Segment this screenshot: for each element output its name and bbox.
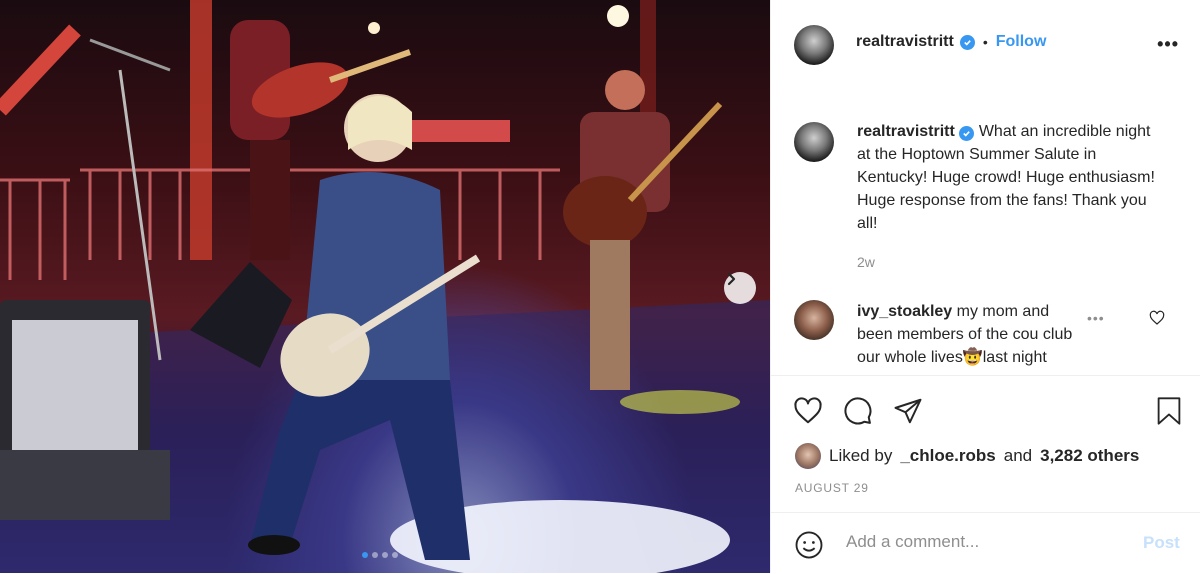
heart-icon bbox=[1149, 310, 1165, 325]
comment-icon bbox=[844, 397, 872, 425]
likes-count[interactable]: 3,282 others bbox=[1040, 446, 1139, 466]
post-sidebar: realtravistritt • Follow ••• realtravist… bbox=[770, 0, 1200, 573]
share-button[interactable] bbox=[893, 396, 923, 431]
likes-and: and bbox=[1003, 446, 1033, 465]
comment-input[interactable] bbox=[844, 531, 1138, 553]
comment-text-block: ivy_stoakley my mom and been members of … bbox=[857, 300, 1077, 369]
caption-avatar[interactable] bbox=[794, 122, 834, 162]
follow-button[interactable]: Follow bbox=[996, 33, 1047, 51]
caption-text-block: realtravistritt What an incredible night … bbox=[857, 120, 1157, 235]
caption-timestamp[interactable]: 2w bbox=[857, 254, 875, 270]
separator: • bbox=[982, 34, 988, 50]
post-header: realtravistritt • Follow ••• bbox=[771, 0, 1200, 86]
verified-icon bbox=[958, 126, 974, 141]
post-actions: Liked by _chloe.robs and 3,282 others AU… bbox=[771, 375, 1200, 495]
carousel-indicator bbox=[362, 552, 398, 558]
caption-username[interactable]: realtravistritt bbox=[857, 123, 955, 140]
likes-prefix: Liked by bbox=[829, 446, 893, 465]
carousel-dot bbox=[362, 552, 368, 558]
share-icon bbox=[894, 398, 922, 424]
bookmark-icon bbox=[1157, 397, 1181, 425]
post-photo[interactable] bbox=[0, 0, 770, 573]
comment-like-button[interactable] bbox=[1149, 310, 1165, 331]
emoji-button[interactable] bbox=[794, 530, 824, 565]
comment-options-button[interactable]: ••• bbox=[1087, 310, 1105, 326]
carousel-dot bbox=[372, 552, 378, 558]
post-date[interactable]: AUGUST 29 bbox=[795, 481, 869, 495]
author-avatar[interactable] bbox=[794, 25, 834, 65]
action-buttons bbox=[793, 396, 923, 431]
comment-button[interactable] bbox=[843, 396, 873, 431]
commenter-username[interactable]: ivy_stoakley bbox=[857, 303, 952, 320]
next-photo-button[interactable] bbox=[724, 272, 756, 304]
heart-icon bbox=[794, 397, 822, 424]
author-info: realtravistritt • Follow bbox=[856, 33, 1046, 51]
verified-icon bbox=[959, 34, 975, 50]
liker-avatar[interactable] bbox=[795, 443, 821, 469]
add-comment-bar: Post bbox=[771, 512, 1200, 574]
commenter-avatar[interactable] bbox=[794, 300, 834, 340]
liker-username[interactable]: _chloe.robs bbox=[900, 446, 995, 466]
concert-scene bbox=[0, 0, 770, 573]
chevron-right-icon bbox=[727, 272, 736, 286]
carousel-dot bbox=[382, 552, 388, 558]
post-comment-button[interactable]: Post bbox=[1143, 533, 1180, 553]
carousel-dot bbox=[392, 552, 398, 558]
author-username[interactable]: realtravistritt bbox=[856, 33, 954, 51]
save-button[interactable] bbox=[1155, 396, 1183, 431]
emoji-icon bbox=[795, 531, 823, 559]
like-button[interactable] bbox=[793, 396, 823, 431]
likes-summary: Liked by _chloe.robs and 3,282 others bbox=[795, 443, 1139, 469]
instagram-post: realtravistritt • Follow ••• realtravist… bbox=[0, 0, 1200, 573]
comment-item: ivy_stoakley my mom and been members of … bbox=[794, 298, 1184, 374]
more-options-button[interactable]: ••• bbox=[1157, 34, 1179, 55]
